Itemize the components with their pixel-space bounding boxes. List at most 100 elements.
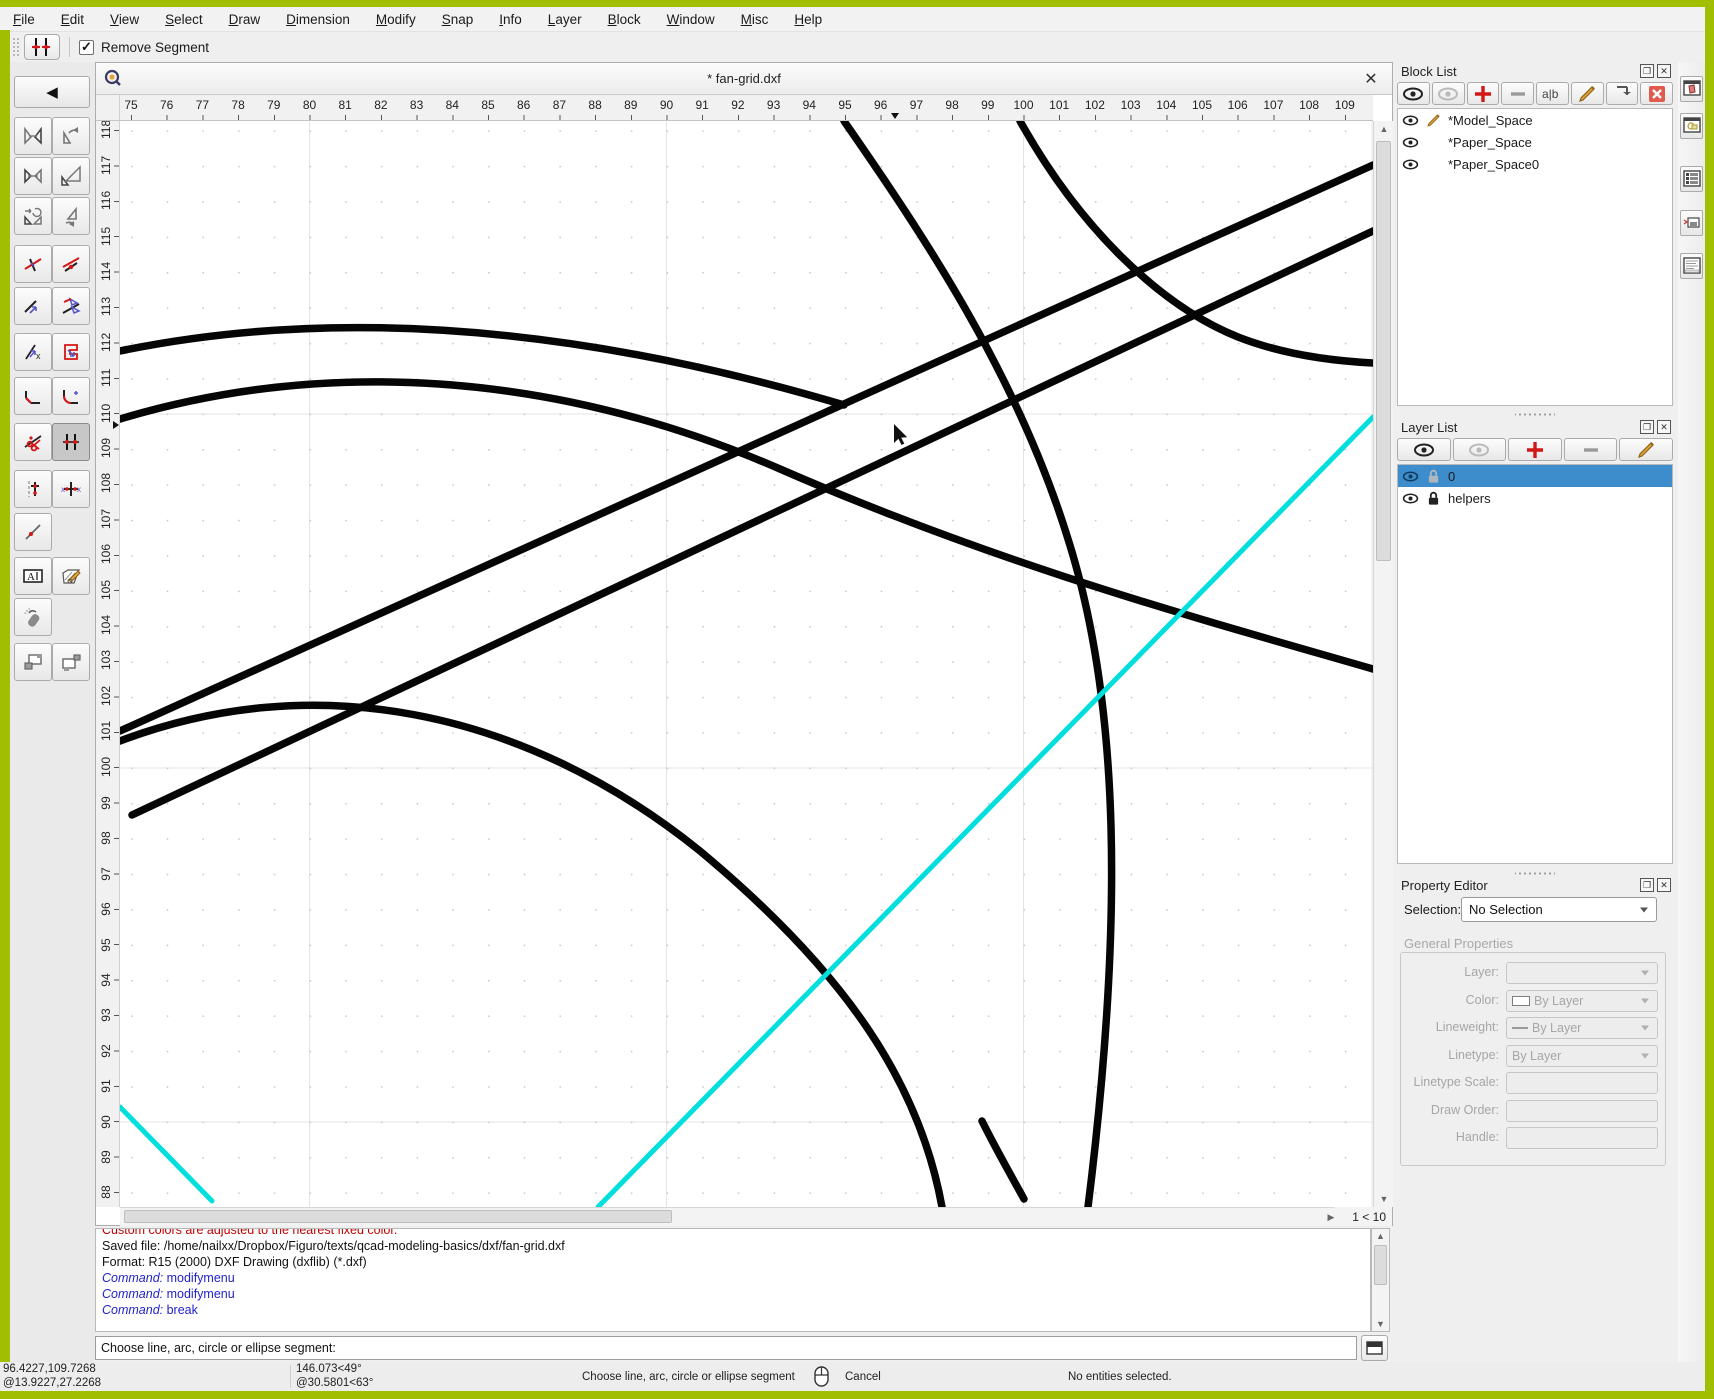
property-input[interactable]	[1506, 1072, 1658, 1094]
layer-list-eye-off-button[interactable]	[1453, 438, 1507, 461]
selection-combo[interactable]: No Selection	[1461, 897, 1657, 922]
edit-text-tool-button[interactable]: A	[14, 557, 52, 595]
menu-view[interactable]: View	[110, 12, 139, 27]
menu-window[interactable]: Window	[667, 12, 715, 27]
menu-dimension[interactable]: Dimension	[286, 12, 350, 27]
divide-tool-button[interactable]	[14, 470, 52, 508]
eye-icon[interactable]	[1402, 156, 1419, 173]
bevel-tool-button[interactable]	[14, 377, 52, 415]
offset-tool-button[interactable]	[52, 333, 90, 371]
command-history-scrollbar[interactable]: ▲ ▼	[1371, 1228, 1390, 1332]
pencil-icon[interactable]	[1425, 112, 1442, 129]
block-list-remove-button[interactable]	[1501, 82, 1534, 105]
layer-list-edit-button[interactable]	[1619, 438, 1673, 461]
property-combo[interactable]	[1506, 962, 1658, 984]
rotate-tool-button[interactable]	[52, 117, 90, 155]
order-front-tool-button[interactable]	[14, 643, 52, 681]
trim-both-tool-button[interactable]	[52, 287, 90, 325]
block-list-insert-button[interactable]	[1606, 82, 1639, 105]
rotate-two-tool-button[interactable]	[52, 197, 90, 235]
property-combo-swatch[interactable]: By Layer	[1506, 990, 1658, 1012]
menu-snap[interactable]: Snap	[442, 12, 474, 27]
menu-select[interactable]: Select	[165, 12, 203, 27]
order-back-tool-button[interactable]	[52, 643, 90, 681]
vertical-scrollbar-thumb[interactable]	[1376, 141, 1391, 561]
drawing-canvas[interactable]	[120, 121, 1373, 1207]
block-list-add-button[interactable]	[1467, 82, 1500, 105]
command-line-toggle-button[interactable]	[1361, 1335, 1388, 1361]
horizontal-scrollbar[interactable]: ▶	[120, 1207, 1342, 1226]
move-rotate-tool-button[interactable]	[14, 197, 52, 235]
lock-gray-icon[interactable]	[1425, 468, 1442, 485]
block-item[interactable]: *Paper_Space	[1398, 131, 1672, 153]
block-list-eye-off-button[interactable]	[1432, 82, 1465, 105]
trim-tool-button[interactable]	[14, 245, 52, 283]
layer-list-add-button[interactable]	[1508, 438, 1562, 461]
trim-point-tool-button[interactable]	[52, 245, 90, 283]
menu-misc[interactable]: Misc	[741, 12, 769, 27]
command-history[interactable]: Custom colors are adjusted to the neares…	[95, 1228, 1371, 1332]
remove-segment-checkbox[interactable]: ✓	[79, 40, 94, 55]
layer-item[interactable]: 0	[1398, 465, 1672, 487]
mirror-tool-button[interactable]	[14, 117, 52, 155]
panel-splitter[interactable]	[1515, 411, 1555, 417]
scale-tool-button[interactable]	[52, 157, 90, 195]
close-icon[interactable]: ✕	[1360, 68, 1382, 90]
mirror-horizontal-tool-button[interactable]	[14, 157, 52, 195]
panel-close-icon[interactable]: ✕	[1657, 420, 1671, 434]
menu-block[interactable]: Block	[608, 12, 641, 27]
eye-icon[interactable]	[1402, 490, 1419, 507]
delete-segment-tool-button[interactable]: x	[14, 333, 52, 371]
command-line-toggle-button[interactable]	[1680, 210, 1703, 236]
eye-icon[interactable]	[1402, 112, 1419, 129]
block-list-toggle-button[interactable]	[1680, 76, 1703, 102]
block-list-eye-button[interactable]	[1397, 82, 1430, 105]
menu-modify[interactable]: Modify	[376, 12, 416, 27]
block-list-delete-button[interactable]	[1640, 82, 1673, 105]
layer-list-remove-button[interactable]	[1564, 438, 1618, 461]
panel-close-icon[interactable]: ✕	[1657, 64, 1671, 78]
scroll-down-icon[interactable]: ▼	[1374, 1191, 1394, 1207]
menu-edit[interactable]: Edit	[61, 12, 84, 27]
explode-tool-button[interactable]	[14, 598, 52, 636]
panel-float-icon[interactable]: ❐	[1640, 878, 1654, 892]
menu-info[interactable]: Info	[499, 12, 522, 27]
command-input[interactable]	[336, 1337, 1356, 1359]
property-combo[interactable]: By Layer	[1506, 1045, 1658, 1067]
drawing-window-titlebar[interactable]: * fan-grid.dxf ✕	[96, 63, 1392, 95]
edit-hatch-tool-button[interactable]	[52, 557, 90, 595]
block-item[interactable]: *Model_Space	[1398, 109, 1672, 131]
layer-list-eye-button[interactable]	[1397, 438, 1451, 461]
eye-icon[interactable]	[1402, 134, 1419, 151]
property-input[interactable]	[1506, 1127, 1658, 1149]
property-editor-toggle-button[interactable]	[1680, 253, 1703, 279]
block-list-rename-button[interactable]: a|b	[1536, 82, 1569, 105]
break-remove-segment-tool-button[interactable]	[52, 423, 90, 461]
menu-layer[interactable]: Layer	[548, 12, 582, 27]
property-input[interactable]	[1506, 1100, 1658, 1122]
cut-tool-button[interactable]	[14, 423, 52, 461]
fillet-tool-button[interactable]	[52, 377, 90, 415]
stretch-tool-button[interactable]: xx	[52, 470, 90, 508]
panel-close-icon[interactable]: ✕	[1657, 878, 1671, 892]
history-scroll-up-icon[interactable]: ▲	[1372, 1229, 1389, 1243]
history-scroll-down-icon[interactable]: ▼	[1372, 1317, 1389, 1331]
menu-file[interactable]: File	[13, 12, 35, 27]
scroll-up-icon[interactable]: ▲	[1374, 121, 1394, 137]
extend-tool-button[interactable]	[14, 287, 52, 325]
break-tool-button[interactable]	[24, 34, 60, 60]
layer-item[interactable]: helpers	[1398, 487, 1672, 509]
menu-help[interactable]: Help	[794, 12, 822, 27]
menu-draw[interactable]: Draw	[229, 12, 261, 27]
lock-icon[interactable]	[1425, 490, 1442, 507]
history-scrollbar-thumb[interactable]	[1374, 1245, 1387, 1285]
property-combo-line[interactable]: By Layer	[1506, 1017, 1658, 1039]
library-browser-toggle-button[interactable]	[1680, 166, 1703, 192]
toolbar-grip[interactable]	[12, 37, 20, 57]
block-list-edit-button[interactable]	[1571, 82, 1604, 105]
vertical-scrollbar[interactable]: ▲ ▼	[1373, 121, 1393, 1207]
back-button[interactable]: ◀	[14, 76, 90, 108]
layer-list-toggle-button[interactable]	[1680, 113, 1703, 139]
panel-float-icon[interactable]: ❐	[1640, 64, 1654, 78]
horizontal-scrollbar-thumb[interactable]	[124, 1210, 672, 1223]
